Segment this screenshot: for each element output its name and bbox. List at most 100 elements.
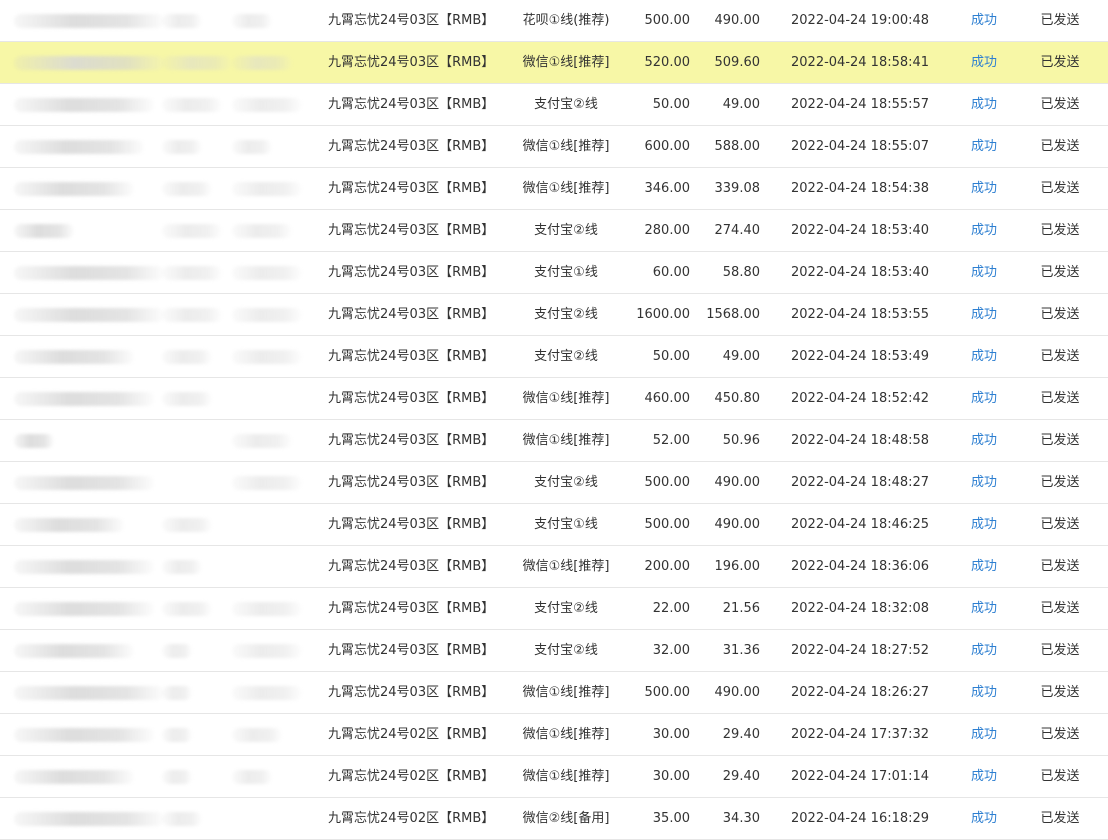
status-link[interactable]: 成功: [960, 126, 1008, 167]
channel-cell: 微信①线[推荐]: [522, 559, 610, 574]
status-link[interactable]: 成功: [960, 252, 1008, 293]
table-row: 九霄忘忧24号03区【RMB】 微信①线[推荐] 460.00 450.80 2…: [0, 378, 1108, 420]
phone-redacted: [232, 504, 320, 545]
orders-table: 九霄忘忧24号03区【RMB】 花呗①线(推荐) 500.00 490.00 2…: [0, 0, 1108, 840]
status-link[interactable]: 成功: [960, 504, 1008, 545]
order-number-redacted: [14, 378, 164, 419]
time-cell: 2022-04-24 18:53:40: [791, 223, 930, 238]
redaction-blur: [162, 265, 222, 280]
redaction-blur: [162, 727, 192, 742]
status-link[interactable]: 成功: [960, 84, 1008, 125]
order-number-redacted: [14, 210, 164, 251]
redaction-blur: [14, 307, 164, 322]
redaction-blur: [162, 13, 202, 28]
notify-status: 已发送: [1040, 769, 1080, 784]
table-row: 九霄忘忧24号03区【RMB】 花呗①线(推荐) 500.00 490.00 2…: [0, 0, 1108, 42]
phone-redacted: [232, 672, 320, 713]
channel-cell: 微信①线[推荐]: [522, 769, 610, 784]
time-cell: 2022-04-24 17:37:32: [791, 727, 930, 742]
channel-cell: 支付宝①线: [534, 265, 598, 280]
order-number-redacted: [14, 420, 164, 461]
status-link[interactable]: 成功: [960, 714, 1008, 755]
received-cell: 1568.00: [706, 307, 760, 322]
redaction-blur: [232, 769, 272, 784]
status-link[interactable]: 成功: [960, 378, 1008, 419]
channel-cell: 微信①线[推荐]: [522, 139, 610, 154]
user-redacted: [162, 714, 232, 755]
status-link[interactable]: 成功: [960, 588, 1008, 629]
notify-status: 已发送: [1040, 391, 1080, 406]
amount-cell: 50.00: [652, 349, 690, 364]
received-cell: 29.40: [722, 727, 760, 742]
user-redacted: [162, 0, 232, 41]
time-cell: 2022-04-24 18:55:57: [791, 97, 930, 112]
status-link[interactable]: 成功: [960, 462, 1008, 503]
user-redacted: [162, 210, 232, 251]
redaction-blur: [162, 139, 202, 154]
amount-cell: 1600.00: [636, 307, 690, 322]
redaction-blur: [14, 433, 54, 448]
notify-status: 已发送: [1040, 601, 1080, 616]
server-cell: 九霄忘忧24号03区【RMB】: [328, 433, 495, 448]
status-link[interactable]: 成功: [960, 630, 1008, 671]
phone-redacted: [232, 756, 320, 797]
table-row: 九霄忘忧24号03区【RMB】 支付宝②线 1600.00 1568.00 20…: [0, 294, 1108, 336]
amount-cell: 500.00: [644, 475, 691, 490]
received-cell: 588.00: [714, 139, 761, 154]
redaction-blur: [232, 685, 302, 700]
status-link[interactable]: 成功: [960, 798, 1008, 839]
status-link[interactable]: 成功: [960, 42, 1008, 83]
received-cell: 339.08: [714, 181, 761, 196]
status-link[interactable]: 成功: [960, 672, 1008, 713]
redaction-blur: [162, 601, 212, 616]
phone-redacted: [232, 252, 320, 293]
notify-status: 已发送: [1040, 517, 1080, 532]
user-redacted: [162, 168, 232, 209]
redaction-blur: [14, 97, 154, 112]
redaction-blur: [14, 391, 154, 406]
time-cell: 2022-04-24 18:26:27: [791, 685, 930, 700]
server-cell: 九霄忘忧24号02区【RMB】: [328, 727, 495, 742]
redaction-blur: [14, 13, 164, 28]
status-link[interactable]: 成功: [960, 336, 1008, 377]
user-redacted: [162, 504, 232, 545]
table-row: 九霄忘忧24号02区【RMB】 微信①线[推荐] 30.00 29.40 202…: [0, 714, 1108, 756]
notify-status: 已发送: [1040, 643, 1080, 658]
server-cell: 九霄忘忧24号03区【RMB】: [328, 97, 495, 112]
server-cell: 九霄忘忧24号03区【RMB】: [328, 13, 495, 28]
order-number-redacted: [14, 168, 164, 209]
status-link[interactable]: 成功: [960, 0, 1008, 41]
redaction-blur: [232, 475, 302, 490]
status-link[interactable]: 成功: [960, 168, 1008, 209]
channel-cell: 微信②线[备用]: [522, 811, 610, 826]
status-link[interactable]: 成功: [960, 546, 1008, 587]
amount-cell: 32.00: [652, 643, 690, 658]
time-cell: 2022-04-24 18:58:41: [791, 55, 930, 70]
amount-cell: 52.00: [652, 433, 690, 448]
amount-cell: 30.00: [652, 727, 690, 742]
status-link[interactable]: 成功: [960, 420, 1008, 461]
redaction-blur: [162, 97, 222, 112]
server-cell: 九霄忘忧24号03区【RMB】: [328, 517, 495, 532]
status-link[interactable]: 成功: [960, 294, 1008, 335]
channel-cell: 支付宝①线: [534, 517, 598, 532]
phone-redacted: [232, 462, 320, 503]
order-number-redacted: [14, 504, 164, 545]
channel-cell: 支付宝②线: [534, 475, 598, 490]
order-number-redacted: [14, 714, 164, 755]
user-redacted: [162, 630, 232, 671]
phone-redacted: [232, 588, 320, 629]
status-link[interactable]: 成功: [960, 210, 1008, 251]
phone-redacted: [232, 336, 320, 377]
server-cell: 九霄忘忧24号03区【RMB】: [328, 643, 495, 658]
notify-status: 已发送: [1040, 139, 1080, 154]
notify-status: 已发送: [1040, 475, 1080, 490]
server-cell: 九霄忘忧24号03区【RMB】: [328, 55, 495, 70]
order-number-redacted: [14, 252, 164, 293]
redaction-blur: [162, 307, 222, 322]
user-redacted: [162, 672, 232, 713]
notify-status: 已发送: [1040, 559, 1080, 574]
notify-status: 已发送: [1040, 97, 1080, 112]
time-cell: 2022-04-24 18:52:42: [791, 391, 930, 406]
status-link[interactable]: 成功: [960, 756, 1008, 797]
